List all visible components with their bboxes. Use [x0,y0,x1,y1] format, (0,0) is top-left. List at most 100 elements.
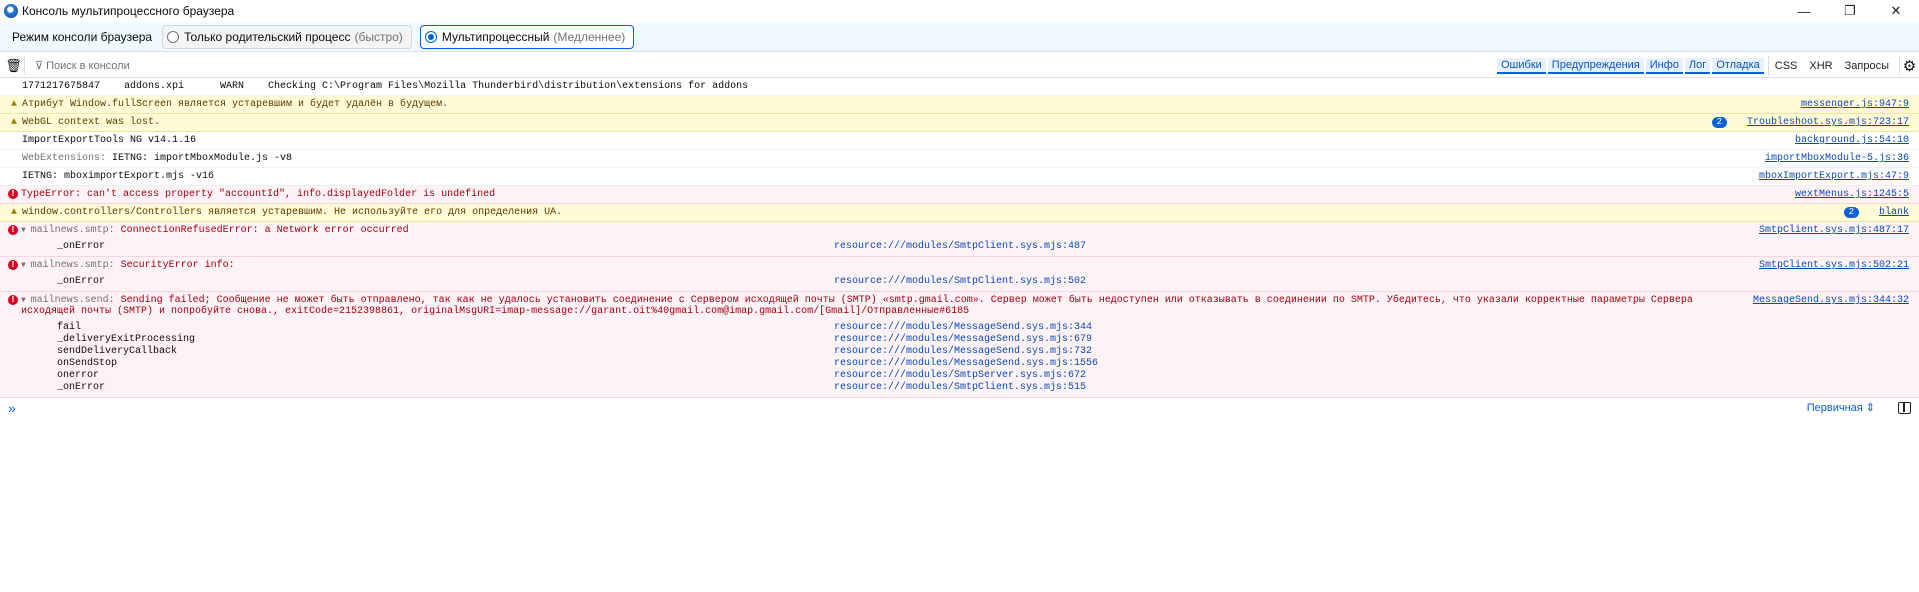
warning-icon: ▲ [10,117,17,128]
mode-parent-process-option[interactable]: Только родительский процесс (быстро) [162,24,412,49]
stack-trace: _onError resource:///modules/SmtpClient.s… [57,276,1739,287]
stack-function: _onError [57,241,106,252]
filter-css[interactable]: CSS [1769,60,1804,72]
message-text: TypeError: can't access property "accoun… [21,189,496,200]
filter-errors[interactable]: Ошибки [1497,57,1546,74]
stack-location-link[interactable]: resource:///modules/SmtpClient.sys.mjs:5… [834,382,1733,393]
message-body: ▼ mailnews.smtp: ConnectionRefusedError:… [21,225,1739,253]
option-hint: (Медленнее) [553,29,626,44]
message-prefix: WebExtensions: [22,153,113,164]
stack-location-link[interactable]: resource:///modules/MessageSend.sys.mjs:… [834,334,1733,345]
filter-warnings[interactable]: Предупреждения [1547,57,1644,74]
console-message: IETNG: mboximportExport.mjs -v16 mboxImpo… [0,168,1919,186]
warning-icon: ▲ [10,99,17,110]
filter-xhr[interactable]: XHR [1803,60,1838,72]
thunderbird-logo-icon [4,4,18,18]
minimize-button[interactable]: — [1781,0,1827,22]
source-link[interactable]: messenger.js:947:9 [1801,99,1909,110]
error-icon: ! [8,225,18,235]
source-link[interactable]: mboxImportExport.mjs:47:9 [1759,171,1909,182]
stack-function: onSendStop [57,358,118,369]
stack-function: fail [57,322,82,333]
console-toolbar: 🗑 ⊽ Поиск в консоли Ошибки Предупреждени… [0,54,1919,78]
console-input[interactable]: » Первичная ⇕ [0,398,1919,418]
warning-icon: ▲ [10,207,17,218]
message-text: IETNG: importMboxModule.js -v8 [112,153,293,164]
stack-trace: _onError resource:///modules/SmtpClient.s… [57,241,1739,252]
console-message: ▲ WebGL context was lost. 2 Troubleshoot.sy… [0,114,1919,132]
source-link[interactable]: wextMenus.js:1245:5 [1795,189,1909,200]
filter-placeholder: Поиск в консоли [46,60,130,72]
message-text: Атрибут Window.fullScreen является устар… [22,99,449,110]
source-link[interactable]: SmtpClient.sys.mjs:502:21 [1759,260,1909,271]
source-link[interactable]: MessageSend.sys.mjs:344:32 [1753,295,1909,306]
radio-checked-icon[interactable] [424,30,437,43]
console-message: WebExtensions: IETNG: importMboxModule.j… [0,150,1919,168]
stack-function: _deliveryExitProcessing [57,334,196,345]
message-body: 1771217675847 addons.xpi WARN Checking C… [22,81,1909,92]
stack-trace: fail resource:///modules/MessageSend.sys.… [57,322,1733,393]
message-list: 1771217675847 addons.xpi WARN Checking C… [0,78,1919,398]
message-prefix: mailnews.send: [30,295,121,306]
source-link[interactable]: importMboxModule-5.js:36 [1765,153,1909,164]
sidebar-toggle-icon[interactable] [1898,402,1911,414]
expand-triangle-icon[interactable]: ▼ [21,226,31,235]
option-label: Мультипроцессный [441,29,550,44]
message-body: ImportExportTools NG v14.1.16 [22,135,1775,146]
source-link[interactable]: blank [1879,207,1909,218]
stack-function: onerror [57,370,100,381]
filter-input[interactable]: ⊽ Поиск в консоли [35,59,1497,72]
filter-info[interactable]: Инфо [1645,57,1683,74]
restore-button[interactable]: ❐ [1827,0,1873,22]
message-body: ▼ mailnews.send: Sending failed; Сообщен… [21,295,1733,394]
console-mode-bar: Режим консоли браузера Только родительск… [0,22,1919,52]
stack-location-link[interactable]: resource:///modules/SmtpClient.sys.mjs:4… [834,241,1739,252]
title-bar: Консоль мультипроцессного браузера — ❐ ✕ [0,0,1919,22]
message-text: Sending failed; Сообщение не может быть … [21,295,1699,317]
stack-location-link[interactable]: resource:///modules/MessageSend.sys.mjs:… [834,346,1733,357]
message-prefix: mailnews.smtp: [30,260,121,271]
mode-multiprocess-option[interactable]: Мультипроцессный (Медленнее) [419,24,635,49]
source-link[interactable]: background.js:54:10 [1795,135,1909,146]
filter-requests[interactable]: Запросы [1839,60,1895,72]
console-message: ! ▼ mailnews.smtp: SecurityError info: _on… [0,257,1919,292]
filter-debug[interactable]: Отладка [1712,57,1764,74]
stack-location-link[interactable]: resource:///modules/MessageSend.sys.mjs:… [834,322,1733,333]
stack-location-link[interactable]: resource:///modules/SmtpClient.sys.mjs:5… [834,276,1739,287]
message-text: WebGL context was lost. [22,117,161,128]
message-text: SecurityError info: [120,260,235,271]
repeat-count-badge: 2 [1711,117,1727,128]
message-body: Атрибут Window.fullScreen является устар… [22,99,1781,110]
console-message: ! ▼ mailnews.smtp: ConnectionRefusedError… [0,222,1919,257]
source-link[interactable]: SmtpClient.sys.mjs:487:17 [1759,225,1909,236]
stack-location-link[interactable]: resource:///modules/MessageSend.sys.mjs:… [834,358,1733,369]
radio-icon[interactable] [167,30,180,43]
close-button[interactable]: ✕ [1873,0,1919,22]
message-text: IETNG: mboximportExport.mjs -v16 [22,171,215,182]
message-text: 1771217675847 addons.xpi WARN Checking C… [22,81,749,92]
source-link[interactable]: Troubleshoot.sys.mjs:723:17 [1747,117,1909,128]
editor-mode-select[interactable]: Первичная ⇕ [1807,398,1875,418]
stack-function: _onError [57,382,106,393]
mode-label: Режим консоли браузера [12,29,153,44]
message-body: WebExtensions: IETNG: importMboxModule.j… [22,153,1745,164]
expand-triangle-icon[interactable]: ▼ [21,261,31,270]
stack-function: sendDeliveryCallback [57,346,178,357]
filter-log[interactable]: Лог [1684,57,1711,74]
console-message: 1771217675847 addons.xpi WARN Checking C… [0,78,1919,96]
message-body: IETNG: mboximportExport.mjs -v16 [22,171,1739,182]
stack-location-link[interactable]: resource:///modules/SmtpServer.sys.mjs:6… [834,370,1733,381]
error-icon: ! [8,260,18,270]
prompt-chevron-icon: » [8,400,16,416]
message-text: ImportExportTools NG v14.1.16 [22,135,197,146]
filter-funnel-icon: ⊽ [35,60,47,72]
settings-gear-icon[interactable]: ⚙ [1899,56,1919,75]
error-icon: ! [8,295,18,305]
expand-triangle-icon[interactable]: ▼ [21,296,31,305]
message-body: TypeError: can't access property "accoun… [21,189,1775,200]
message-body: WebGL context was lost. [22,117,1704,128]
option-hint: (быстро) [354,29,403,44]
clear-console-trash-icon[interactable]: 🗑 [3,56,25,75]
console-message: ▲ Атрибут Window.fullScreen является уста… [0,96,1919,114]
console-message: ! TypeError: can't access property "accou… [0,186,1919,204]
